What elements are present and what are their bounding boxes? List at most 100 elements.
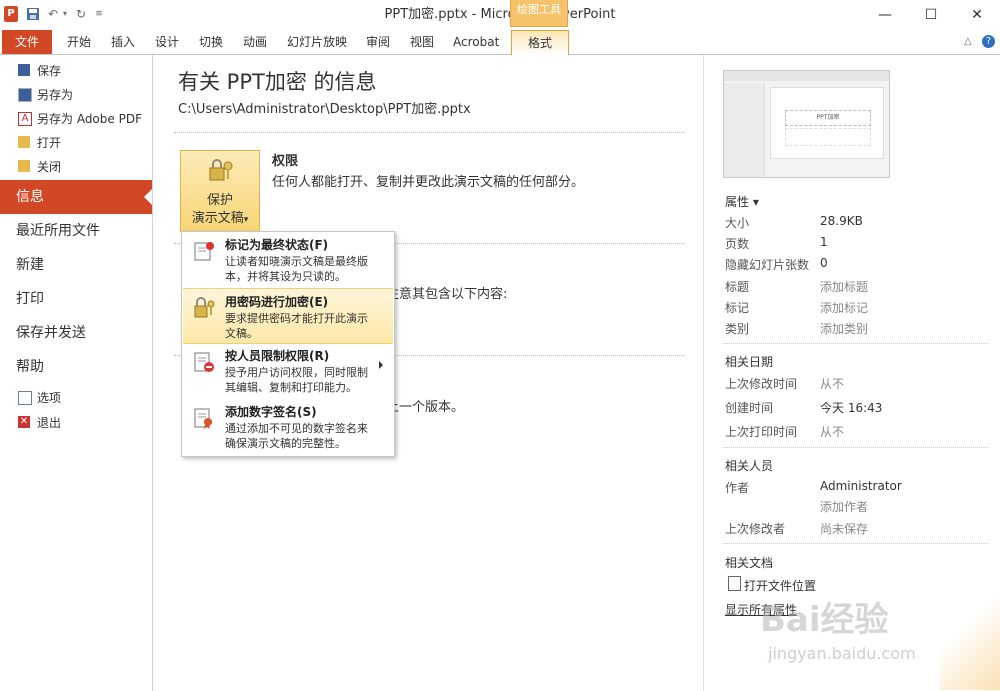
menu-item-desc: 文稿。 (225, 327, 258, 340)
nav-save-as-pdf-label: 另存为 Adobe PDF (37, 112, 142, 126)
minimize-ribbon-icon[interactable]: △ (964, 36, 972, 47)
prop-key: 隐藏幻灯片张数 (725, 258, 810, 272)
add-author-field[interactable]: 添加作者 (820, 498, 868, 515)
add-title-field[interactable]: 添加标题 (820, 278, 868, 295)
save-as-icon (18, 88, 32, 102)
nav-info-pointer (144, 189, 152, 205)
restrict-permission-icon (192, 350, 216, 374)
author-key: 作者 (725, 481, 750, 495)
nav-exit[interactable]: ✕ 退出 (0, 411, 150, 435)
prop-key: 标记 (725, 301, 750, 315)
drawing-tools-context-group: 绘图工具 (510, 0, 568, 27)
tab-transitions[interactable]: 切换 (199, 30, 223, 54)
nav-options-label: 选项 (37, 391, 62, 405)
menu-item-digital-signature[interactable]: 添加数字签名(S) 通过添加不可见的数字签名来 确保演示文稿的完整性。 (183, 399, 393, 455)
last-modified-by-value: 尚未保存 (820, 522, 869, 536)
versions-text: 上一个版本。 (386, 400, 465, 415)
help-icon[interactable]: ? (982, 35, 995, 48)
thumb-sidebar (724, 83, 765, 177)
prop-key: 类别 (725, 322, 750, 336)
protect-label-1: 保护 (206, 193, 233, 208)
baidu-watermark: Bai经验 jingyan.baidu.com (760, 580, 1000, 690)
nav-options[interactable]: 选项 (0, 386, 150, 410)
options-icon (18, 391, 32, 405)
close-button[interactable]: ✕ (954, 0, 1000, 30)
menu-item-title: 标记为最终状态(F) (225, 238, 329, 252)
nav-info[interactable]: 信息 (0, 180, 152, 214)
nav-help[interactable]: 帮助 (0, 350, 152, 384)
nav-open[interactable]: 打开 (0, 131, 150, 155)
nav-recent[interactable]: 最近所用文件 (0, 214, 152, 248)
chevron-down-icon: ▾ (243, 215, 249, 225)
tab-animations[interactable]: 动画 (243, 30, 267, 54)
folder-icon (18, 136, 30, 148)
submenu-arrow-icon (379, 361, 383, 369)
nav-recent-label: 最近所用文件 (16, 223, 100, 239)
tab-slideshow[interactable]: 幻灯片放映 (287, 30, 347, 54)
menu-item-desc: 让读者知晓演示文稿是最终版 (225, 255, 368, 268)
nav-close[interactable]: 关闭 (0, 155, 150, 179)
encrypt-lock-icon (192, 296, 216, 320)
nav-save-as[interactable]: 另存为 (0, 83, 150, 107)
minimize-button[interactable]: — (862, 0, 908, 30)
date-key: 创建时间 (725, 401, 774, 415)
slide-thumbnail[interactable]: PPT加密 (723, 70, 890, 178)
tab-home[interactable]: 开始 (67, 30, 91, 54)
watermark-logo-text: Bai经验 (760, 600, 889, 640)
nav-print-label: 打印 (16, 291, 44, 307)
divider (723, 543, 988, 544)
prop-key: 大小 (725, 216, 750, 230)
tab-insert[interactable]: 插入 (111, 30, 135, 54)
add-category-field[interactable]: 添加类别 (820, 320, 868, 337)
nav-save-send[interactable]: 保存并发送 (0, 316, 152, 350)
people-header: 相关人员 (725, 459, 774, 473)
exit-icon: ✕ (18, 416, 30, 428)
date-value: 从不 (820, 425, 845, 439)
nav-new[interactable]: 新建 (0, 248, 152, 282)
author-value[interactable]: Administrator (820, 479, 902, 493)
date-value: 今天 16:43 (820, 401, 883, 415)
tab-format[interactable]: 格式 (511, 30, 569, 55)
protect-label-2-text: 演示文稿 (191, 211, 244, 226)
nav-print[interactable]: 打印 (0, 282, 152, 316)
tab-design[interactable]: 设计 (155, 30, 179, 54)
date-key: 上次打印时间 (725, 425, 798, 439)
menu-item-desc: 通过添加不可见的数字签名来 (225, 422, 368, 435)
prepare-sharing-text: 注意其包含以下内容: (386, 287, 508, 302)
tab-view[interactable]: 视图 (410, 30, 434, 54)
nav-open-label: 打开 (37, 136, 62, 150)
thumb-ribbon (724, 71, 889, 81)
add-tag-field[interactable]: 添加标记 (820, 299, 868, 316)
menu-item-desc: 授予用户访问权限，同时限制 (225, 366, 368, 379)
divider (723, 343, 988, 344)
close-folder-icon (18, 160, 30, 172)
menu-item-title: 按人员限制权限(R) (225, 349, 330, 363)
menu-item-mark-final[interactable]: 标记为最终状态(F) 让读者知晓演示文稿是最终版 本，并将其设为只读的。 (183, 232, 393, 287)
properties-header[interactable]: 属性 ▾ (725, 193, 759, 210)
digital-signature-icon (192, 406, 216, 430)
nav-save-as-pdf[interactable]: A 另存为 Adobe PDF (0, 107, 150, 131)
nav-exit-label: 退出 (37, 416, 62, 430)
maximize-button[interactable]: ☐ (908, 0, 954, 30)
divider (174, 132, 684, 133)
ribbon-tab-bar (0, 30, 1000, 55)
tab-file[interactable]: 文件 (2, 30, 52, 54)
menu-item-restrict-permission[interactable]: 按人员限制权限(R) 授予用户访问权限，同时限制 其编辑、复制和打印能力。 (183, 343, 393, 399)
mark-final-icon (192, 239, 216, 263)
save-icon (18, 64, 30, 76)
divider (723, 447, 988, 448)
permissions-description: 任何人都能打开、复制并更改此演示文稿的任何部分。 (272, 175, 585, 190)
tab-review[interactable]: 审阅 (366, 30, 390, 54)
watermark-corner (940, 580, 1000, 690)
protect-dropdown-menu: 标记为最终状态(F) 让读者知晓演示文稿是最终版 本，并将其设为只读的。 用密码… (181, 231, 395, 457)
dates-header: 相关日期 (725, 355, 774, 369)
protect-label-2: 演示文稿▾ (181, 207, 259, 226)
document-icon (728, 576, 741, 591)
protect-presentation-button[interactable]: 保护 演示文稿▾ (180, 150, 260, 232)
menu-item-title: 添加数字签名(S) (225, 405, 317, 419)
menu-item-encrypt-password[interactable]: 用密码进行加密(E) 要求提供密码才能打开此演示 文稿。 (183, 288, 393, 344)
tab-acrobat[interactable]: Acrobat (453, 30, 499, 54)
nav-save[interactable]: 保存 (0, 59, 150, 83)
nav-save-label: 保存 (37, 64, 62, 78)
file-path: C:\Users\Administrator\Desktop\PPT加密.ppt… (178, 102, 471, 117)
